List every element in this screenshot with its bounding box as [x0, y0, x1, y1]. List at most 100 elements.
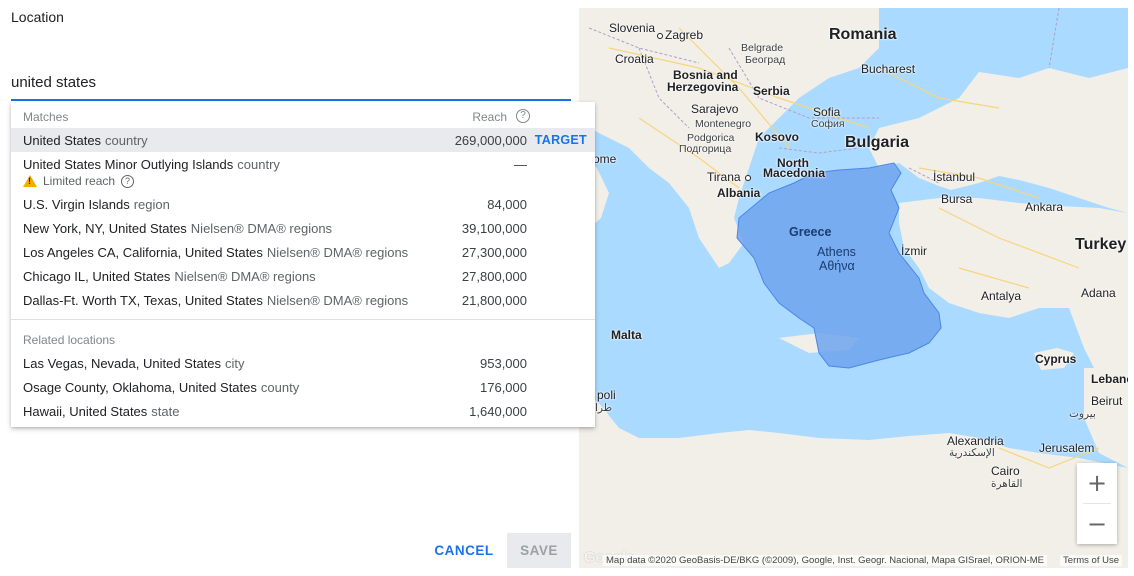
location-type: county [260, 380, 300, 395]
reach-value: 21,800,000 [461, 293, 527, 308]
label-bucharest: Bucharest [861, 62, 916, 76]
label-cairo: Cairo [991, 464, 1020, 478]
location-type: state [151, 404, 180, 419]
map-attribution: Map data ©2020 GeoBasis-DE/BKG (©2009), … [603, 555, 1047, 566]
reach-value: 27,800,000 [461, 269, 527, 284]
row-name: United States country [23, 133, 148, 148]
label-podgorica-local: Подгорица [679, 143, 732, 155]
zoom-controls: + − [1077, 463, 1117, 544]
label-tirana: Tirana [707, 170, 741, 184]
row-name: Hawaii, United States state [23, 404, 179, 419]
label-rome-partial: ome [593, 152, 617, 166]
match-row-united-states[interactable]: United States country 269,000,000 TARGET [11, 128, 595, 152]
label-athens: Athens [817, 245, 856, 259]
map-base-layer [579, 8, 1128, 568]
limited-reach-note: Limited reach ? [23, 174, 135, 188]
location-name: Dallas-Ft. Worth TX, Texas, United State… [23, 293, 263, 308]
location-type: country [237, 157, 280, 172]
limited-reach-text: Limited reach [43, 174, 116, 188]
zoom-in-button[interactable]: + [1077, 463, 1117, 503]
label-izmir: İzmir [901, 244, 927, 258]
label-croatia: Croatia [615, 52, 654, 66]
cancel-button[interactable]: CANCEL [433, 533, 495, 567]
match-row-us-virgin-islands[interactable]: U.S. Virgin Islands region 84,000 [11, 192, 595, 216]
location-type: Nielsen® DMA® regions [174, 269, 316, 284]
label-adana: Adana [1081, 286, 1116, 300]
label-cyprus: Cyprus [1035, 352, 1077, 366]
location-name: Las Vegas, Nevada, United States [23, 356, 222, 371]
location-map[interactable]: Slovenia Zagreb Belgrade Београд Croatia… [579, 8, 1128, 568]
label-antalya: Antalya [981, 289, 1022, 303]
row-name: New York, NY, United States Nielsen® DMA®… [23, 221, 332, 236]
match-row-los-angeles[interactable]: Los Angeles CA, California, United State… [11, 240, 595, 264]
label-macedonia: Macedonia [763, 166, 826, 180]
location-type: Nielsen® DMA® regions [190, 221, 333, 236]
location-type: region [133, 197, 170, 212]
row-name: Dallas-Ft. Worth TX, Texas, United State… [23, 293, 408, 308]
label-bulgaria: Bulgaria [845, 134, 910, 151]
reach-value: 39,100,000 [461, 221, 527, 236]
match-row-chicago[interactable]: Chicago IL, United States Nielsen® DMA® r… [11, 264, 595, 288]
limited-reach-help-icon[interactable]: ? [121, 174, 135, 188]
label-kosovo: Kosovo [755, 130, 800, 144]
label-turkey: Turkey [1075, 236, 1127, 253]
row-name: Chicago IL, United States Nielsen® DMA® r… [23, 269, 316, 284]
reach-value: 176,000 [480, 380, 527, 395]
label-malta: Malta [611, 328, 642, 342]
row-name: U.S. Virgin Islands region [23, 197, 170, 212]
target-button[interactable]: TARGET [535, 133, 587, 147]
reach-value: — [514, 157, 527, 172]
reach-header: Reach [472, 110, 507, 124]
label-albania: Albania [717, 186, 761, 200]
location-name: United States Minor Outlying Islands [23, 157, 234, 172]
match-row-new-york[interactable]: New York, NY, United States Nielsen® DMA®… [11, 216, 595, 240]
label-serbia: Serbia [753, 84, 790, 98]
match-row-dallas[interactable]: Dallas-Ft. Worth TX, Texas, United State… [11, 288, 595, 312]
location-name: Osage County, Oklahoma, United States [23, 380, 257, 395]
label-athens-local: Αθήνα [819, 259, 855, 273]
related-row-hawaii[interactable]: Hawaii, United States state 1,640,000 [11, 399, 595, 423]
divider [11, 319, 595, 320]
location-search-input[interactable] [11, 74, 571, 91]
save-button[interactable]: SAVE [507, 533, 571, 568]
row-name: Los Angeles CA, California, United State… [23, 245, 408, 260]
label-lebanon-partial: Lebano [1091, 372, 1128, 386]
label-romania: Romania [829, 26, 897, 43]
terms-of-use-link[interactable]: Terms of Use [1060, 555, 1122, 566]
location-type: city [225, 356, 245, 371]
label-cairo-local: القاهرة [991, 478, 1023, 490]
label-alexandria: Alexandria [947, 434, 1004, 448]
label-herzegovina: Herzegovina [667, 80, 739, 94]
warning-icon [23, 175, 37, 187]
related-locations-header: Related locations [23, 333, 116, 347]
search-field[interactable] [11, 62, 571, 101]
location-name: U.S. Virgin Islands [23, 197, 130, 212]
location-name: Los Angeles CA, California, United State… [23, 245, 263, 260]
related-row-las-vegas[interactable]: Las Vegas, Nevada, United States city 953… [11, 351, 595, 375]
label-bursa: Bursa [941, 192, 973, 206]
reach-help-icon[interactable]: ? [516, 109, 530, 123]
location-name: Hawaii, United States [23, 404, 148, 419]
label-tripoli-partial: poli [597, 388, 616, 402]
zoom-out-button[interactable]: − [1077, 504, 1117, 544]
dot-zagreb [657, 33, 663, 39]
label-beirut: Beirut [1091, 394, 1123, 408]
location-type: Nielsen® DMA® regions [266, 245, 409, 260]
location-type: country [105, 133, 148, 148]
label-istanbul: İstanbul [933, 170, 976, 184]
label-belgrade: Belgrade [741, 42, 784, 54]
reach-value: 1,640,000 [469, 404, 527, 419]
related-row-osage-county[interactable]: Osage County, Oklahoma, United States cou… [11, 375, 595, 399]
label-sofia: Sofia [813, 105, 841, 119]
location-label: Location [11, 9, 64, 25]
match-row-minor-outlying-islands[interactable]: United States Minor Outlying Islands coun… [11, 152, 595, 176]
reach-value: 27,300,000 [461, 245, 527, 260]
label-zagreb: Zagreb [665, 28, 704, 42]
location-name: New York, NY, United States [23, 221, 187, 236]
label-belgrade-local: Београд [745, 54, 786, 66]
reach-value: 269,000,000 [454, 133, 527, 148]
location-type: Nielsen® DMA® regions [266, 293, 409, 308]
label-sarajevo: Sarajevo [691, 102, 739, 116]
location-dropdown: Matches Reach ? United States country 269… [11, 102, 595, 427]
reach-value: 84,000 [487, 197, 527, 212]
